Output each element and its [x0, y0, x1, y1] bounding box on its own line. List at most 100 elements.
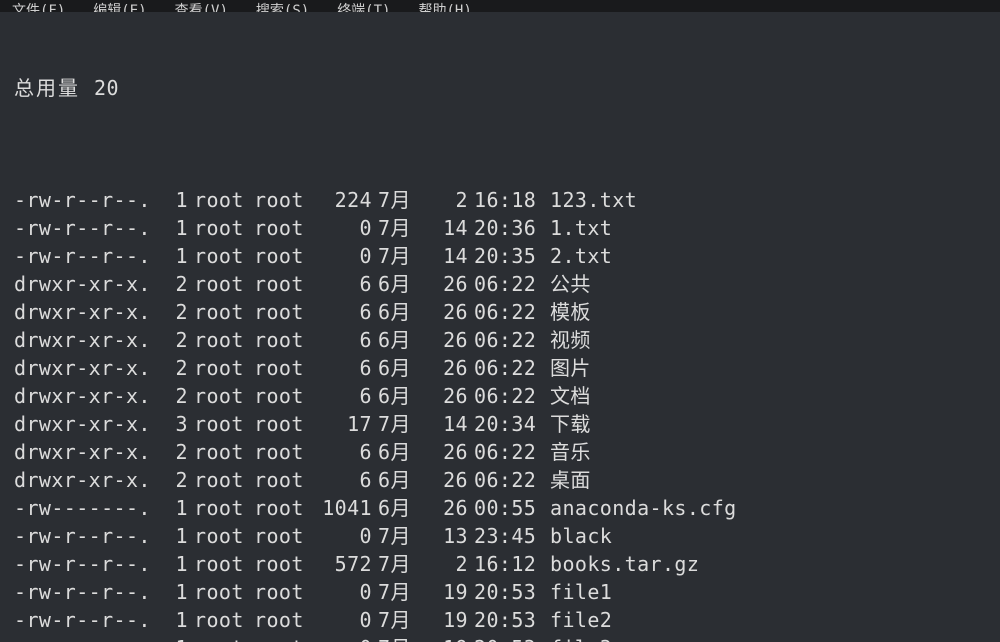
- file-name: file2: [550, 606, 612, 634]
- month: 7月: [378, 578, 424, 606]
- time: 20:35: [474, 242, 544, 270]
- menu-edit[interactable]: 编辑(E): [93, 0, 146, 12]
- link-count: 1: [166, 578, 188, 606]
- time: 06:22: [474, 354, 544, 382]
- owner: root: [194, 606, 254, 634]
- file-name: 1.txt: [550, 214, 612, 242]
- file-row: drwxr-xr-x.2rootroot66月2606:22图片: [14, 354, 986, 382]
- file-row: drwxr-xr-x.2rootroot66月2606:22音乐: [14, 438, 986, 466]
- group: root: [254, 606, 314, 634]
- file-row: drwxr-xr-x.2rootroot66月2606:22桌面: [14, 466, 986, 494]
- link-count: 1: [166, 550, 188, 578]
- menu-file[interactable]: 文件(F): [12, 0, 65, 12]
- terminal-output[interactable]: 总用量 20 -rw-r--r--.1rootroot2247月216:1812…: [0, 12, 1000, 642]
- file-row: -rw-r--r--.1rootroot07月1920:53file1: [14, 578, 986, 606]
- file-name: 123.txt: [550, 186, 637, 214]
- month: 6月: [378, 382, 424, 410]
- link-count: 2: [166, 270, 188, 298]
- group: root: [254, 410, 314, 438]
- permissions: -rw-r--r--.: [14, 578, 166, 606]
- menu-search[interactable]: 搜索(S): [256, 0, 309, 12]
- day: 14: [430, 242, 468, 270]
- time: 06:22: [474, 466, 544, 494]
- owner: root: [194, 298, 254, 326]
- permissions: -rw-r--r--.: [14, 606, 166, 634]
- file-row: -rw-------.1rootroot10416月2600:55anacond…: [14, 494, 986, 522]
- month: 7月: [378, 410, 424, 438]
- owner: root: [194, 214, 254, 242]
- permissions: drwxr-xr-x.: [14, 298, 166, 326]
- owner: root: [194, 522, 254, 550]
- group: root: [254, 214, 314, 242]
- group: root: [254, 326, 314, 354]
- file-row: -rw-r--r--.1rootroot07月1420:361.txt: [14, 214, 986, 242]
- permissions: -rw-------.: [14, 494, 166, 522]
- file-row: -rw-r--r--.1rootroot07月1920:53file3: [14, 634, 986, 642]
- day: 26: [430, 466, 468, 494]
- month: 7月: [378, 606, 424, 634]
- permissions: drwxr-xr-x.: [14, 382, 166, 410]
- group: root: [254, 354, 314, 382]
- group: root: [254, 466, 314, 494]
- size: 6: [314, 466, 372, 494]
- permissions: drwxr-xr-x.: [14, 438, 166, 466]
- size: 0: [314, 606, 372, 634]
- owner: root: [194, 494, 254, 522]
- time: 06:22: [474, 438, 544, 466]
- permissions: -rw-r--r--.: [14, 242, 166, 270]
- menu-terminal[interactable]: 终端(T): [337, 0, 390, 12]
- owner: root: [194, 354, 254, 382]
- time: 16:18: [474, 186, 544, 214]
- file-row: -rw-r--r--.1rootroot07月1323:45black: [14, 522, 986, 550]
- month: 7月: [378, 242, 424, 270]
- size: 0: [314, 214, 372, 242]
- group: root: [254, 438, 314, 466]
- link-count: 1: [166, 606, 188, 634]
- link-count: 2: [166, 466, 188, 494]
- month: 6月: [378, 438, 424, 466]
- owner: root: [194, 382, 254, 410]
- day: 26: [430, 438, 468, 466]
- link-count: 1: [166, 186, 188, 214]
- file-row: -rw-r--r--.1rootroot07月1920:53file2: [14, 606, 986, 634]
- owner: root: [194, 438, 254, 466]
- size: 0: [314, 242, 372, 270]
- time: 20:34: [474, 410, 544, 438]
- time: 06:22: [474, 326, 544, 354]
- link-count: 1: [166, 214, 188, 242]
- day: 26: [430, 298, 468, 326]
- time: 20:36: [474, 214, 544, 242]
- file-name: 文档: [550, 382, 591, 410]
- file-row: drwxr-xr-x.2rootroot66月2606:22文档: [14, 382, 986, 410]
- total-line: 总用量 20: [14, 74, 986, 102]
- group: root: [254, 634, 314, 642]
- file-row: -rw-r--r--.1rootroot07月1420:352.txt: [14, 242, 986, 270]
- size: 224: [314, 186, 372, 214]
- group: root: [254, 550, 314, 578]
- month: 7月: [378, 186, 424, 214]
- total-value: 20: [94, 76, 119, 100]
- month: 6月: [378, 270, 424, 298]
- menu-help[interactable]: 帮助(H): [418, 0, 471, 12]
- file-name: 公共: [550, 270, 591, 298]
- size: 0: [314, 522, 372, 550]
- group: root: [254, 382, 314, 410]
- permissions: drwxr-xr-x.: [14, 354, 166, 382]
- file-name: file1: [550, 578, 612, 606]
- menu-view[interactable]: 查看(V): [175, 0, 228, 12]
- link-count: 1: [166, 522, 188, 550]
- size: 6: [314, 382, 372, 410]
- day: 26: [430, 494, 468, 522]
- size: 6: [314, 326, 372, 354]
- day: 13: [430, 522, 468, 550]
- day: 26: [430, 326, 468, 354]
- size: 0: [314, 578, 372, 606]
- group: root: [254, 270, 314, 298]
- owner: root: [194, 550, 254, 578]
- month: 7月: [378, 214, 424, 242]
- total-label: 总用量: [14, 76, 80, 100]
- group: root: [254, 578, 314, 606]
- file-name: 音乐: [550, 438, 591, 466]
- size: 6: [314, 438, 372, 466]
- file-name: 模板: [550, 298, 591, 326]
